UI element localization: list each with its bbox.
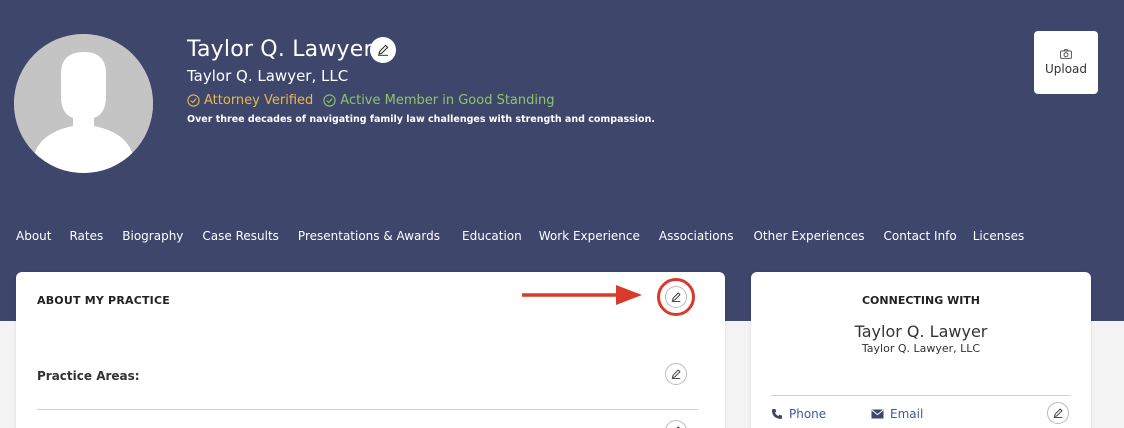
nav-item-associations[interactable]: Associations	[659, 229, 734, 243]
phone-icon	[772, 409, 782, 419]
verified-label: Attorney Verified	[204, 93, 314, 108]
nav-item-education[interactable]: Education	[462, 229, 522, 243]
check-circle-icon	[187, 94, 200, 107]
email-label: Email	[890, 407, 924, 421]
edit-contact-button[interactable]	[1047, 402, 1069, 424]
avatar	[14, 34, 153, 173]
active-member-badge: Active Member in Good Standing	[323, 93, 555, 108]
avatar-placeholder-icon	[14, 34, 153, 173]
envelope-icon	[871, 409, 884, 419]
nav-item-biography[interactable]: Biography	[122, 229, 183, 243]
section-divider	[37, 409, 698, 410]
connecting-name: Taylor Q. Lawyer	[854, 322, 988, 341]
nav-item-contact-info[interactable]: Contact Info	[884, 229, 957, 243]
profile-firm: Taylor Q. Lawyer, LLC	[187, 67, 349, 85]
section-nav: About Rates Biography Case Results Prese…	[16, 229, 1024, 243]
connecting-with-card: CONNECTING WITH Taylor Q. Lawyer Taylor …	[751, 272, 1091, 428]
badges: Attorney Verified Active Member in Good …	[187, 93, 555, 108]
nav-item-case-results[interactable]: Case Results	[202, 229, 279, 243]
about-practice-title: ABOUT MY PRACTICE	[37, 294, 170, 307]
pencil-icon	[1053, 408, 1063, 418]
nav-item-about[interactable]: About	[16, 229, 51, 243]
profile-name: Taylor Q. Lawyer	[187, 37, 373, 62]
pencil-icon	[378, 44, 389, 56]
edit-name-button[interactable]	[370, 37, 396, 63]
nav-item-other-experiences[interactable]: Other Experiences	[753, 229, 864, 243]
email-link[interactable]: Email	[871, 407, 923, 421]
connecting-with-title: CONNECTING WITH	[861, 294, 981, 307]
section-divider	[771, 395, 1071, 396]
phone-link[interactable]: Phone	[771, 407, 826, 421]
phone-label: Phone	[789, 407, 827, 421]
nav-item-rates[interactable]: Rates	[69, 229, 103, 243]
edit-practice-areas-button[interactable]	[665, 363, 687, 385]
camera-icon	[1060, 49, 1072, 59]
annotation-circle	[657, 278, 695, 316]
upload-button[interactable]: Upload	[1034, 31, 1098, 94]
profile-tagline: Over three decades of navigating family …	[187, 114, 655, 125]
annotation-arrow-icon	[522, 285, 642, 305]
nav-item-licenses[interactable]: Licenses	[973, 229, 1025, 243]
connecting-firm: Taylor Q. Lawyer, LLC	[861, 342, 981, 355]
verified-badge: Attorney Verified	[187, 93, 313, 108]
nav-item-presentations-awards[interactable]: Presentations & Awards	[298, 229, 440, 243]
pencil-icon	[671, 369, 681, 379]
nav-item-work-experience[interactable]: Work Experience	[539, 229, 640, 243]
check-circle-icon	[323, 94, 336, 107]
practice-areas-label: Practice Areas:	[37, 369, 140, 383]
edit-next-section-button[interactable]	[665, 420, 687, 428]
upload-label: Upload	[1044, 62, 1088, 76]
active-member-label: Active Member in Good Standing	[340, 93, 555, 108]
